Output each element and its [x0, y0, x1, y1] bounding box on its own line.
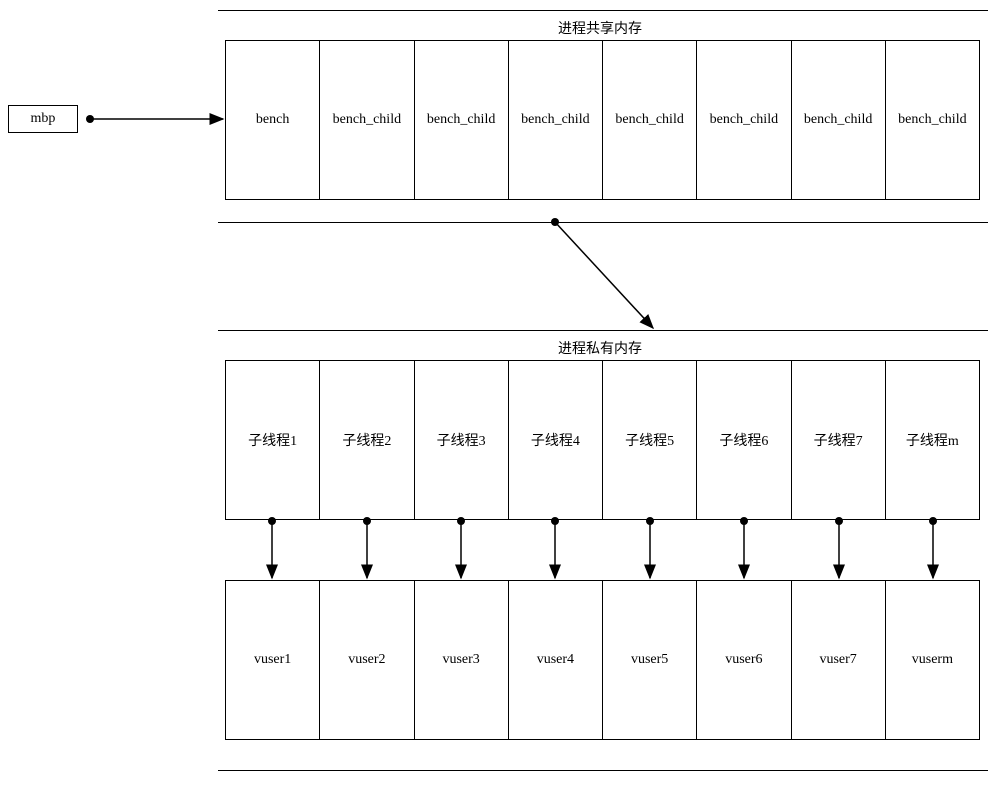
mbp-label: mbp [31, 111, 56, 127]
shared-cell-1-label: bench_child [333, 112, 401, 128]
thread-cell-0-label: 子线程1 [248, 430, 297, 450]
vuser-cell-1-label: vuser2 [348, 652, 385, 668]
thread-cell-1: 子线程2 [320, 361, 414, 519]
vuser-cell-7: vuserm [886, 581, 979, 739]
thread-vuser-arrows [268, 517, 937, 578]
vuser-cell-3-label: vuser4 [537, 652, 574, 668]
vuser-cell-1: vuser2 [320, 581, 414, 739]
thread-cell-3: 子线程4 [509, 361, 603, 519]
shared-cell-1: bench_child [320, 41, 414, 199]
shared-cell-0: bench [226, 41, 320, 199]
vuser-cell-4-label: vuser5 [631, 652, 668, 668]
vusers-row: vuser1 vuser2 vuser3 vuser4 vuser5 vuser… [225, 580, 980, 740]
thread-cell-6: 子线程7 [792, 361, 886, 519]
vuser-cell-5: vuser6 [697, 581, 791, 739]
vuser-cell-3: vuser4 [509, 581, 603, 739]
shared-cell-4-label: bench_child [615, 112, 683, 128]
vuser-cell-0: vuser1 [226, 581, 320, 739]
vuser-cell-6: vuser7 [792, 581, 886, 739]
thread-cell-0: 子线程1 [226, 361, 320, 519]
shared-cell-4: bench_child [603, 41, 697, 199]
vuser-cell-5-label: vuser6 [725, 652, 762, 668]
shared-to-private-arrow [555, 222, 653, 328]
shared-cell-0-label: bench [256, 112, 289, 128]
shared-section-bottom-line [218, 222, 988, 223]
threads-row: 子线程1 子线程2 子线程3 子线程4 子线程5 子线程6 子线程7 子线程m [225, 360, 980, 520]
shared-cell-7-label: bench_child [898, 112, 966, 128]
thread-cell-5-label: 子线程6 [719, 430, 768, 450]
shared-cell-2-label: bench_child [427, 112, 495, 128]
vuser-cell-2-label: vuser3 [442, 652, 479, 668]
mbp-box: mbp [8, 105, 78, 133]
vuser-cell-7-label: vuserm [912, 652, 953, 668]
shared-cell-3: bench_child [509, 41, 603, 199]
shared-cell-7: bench_child [886, 41, 979, 199]
shared-cell-2: bench_child [415, 41, 509, 199]
vuser-cell-0-label: vuser1 [254, 652, 291, 668]
thread-cell-2: 子线程3 [415, 361, 509, 519]
thread-cell-5: 子线程6 [697, 361, 791, 519]
mbp-arrow-dot [86, 115, 94, 123]
thread-cell-7: 子线程m [886, 361, 979, 519]
thread-cell-4-label: 子线程5 [625, 430, 674, 450]
shared-section-top-line [218, 10, 988, 11]
shared-cell-6-label: bench_child [804, 112, 872, 128]
shared-memory-row: bench bench_child bench_child bench_chil… [225, 40, 980, 200]
thread-cell-6-label: 子线程7 [814, 430, 863, 450]
thread-cell-4: 子线程5 [603, 361, 697, 519]
private-section-bottom-line [218, 770, 988, 771]
vuser-cell-4: vuser5 [603, 581, 697, 739]
shared-cell-3-label: bench_child [521, 112, 589, 128]
shared-section-title: 进程共享内存 [500, 18, 700, 38]
thread-cell-7-label: 子线程m [906, 430, 959, 450]
private-section-top-line [218, 330, 988, 331]
thread-cell-2-label: 子线程3 [437, 430, 486, 450]
vuser-cell-2: vuser3 [415, 581, 509, 739]
vuser-cell-6-label: vuser7 [819, 652, 856, 668]
private-section-title: 进程私有内存 [500, 338, 700, 358]
shared-cell-6: bench_child [792, 41, 886, 199]
thread-cell-3-label: 子线程4 [531, 430, 580, 450]
shared-cell-5: bench_child [697, 41, 791, 199]
thread-cell-1-label: 子线程2 [342, 430, 391, 450]
shared-cell-5-label: bench_child [710, 112, 778, 128]
